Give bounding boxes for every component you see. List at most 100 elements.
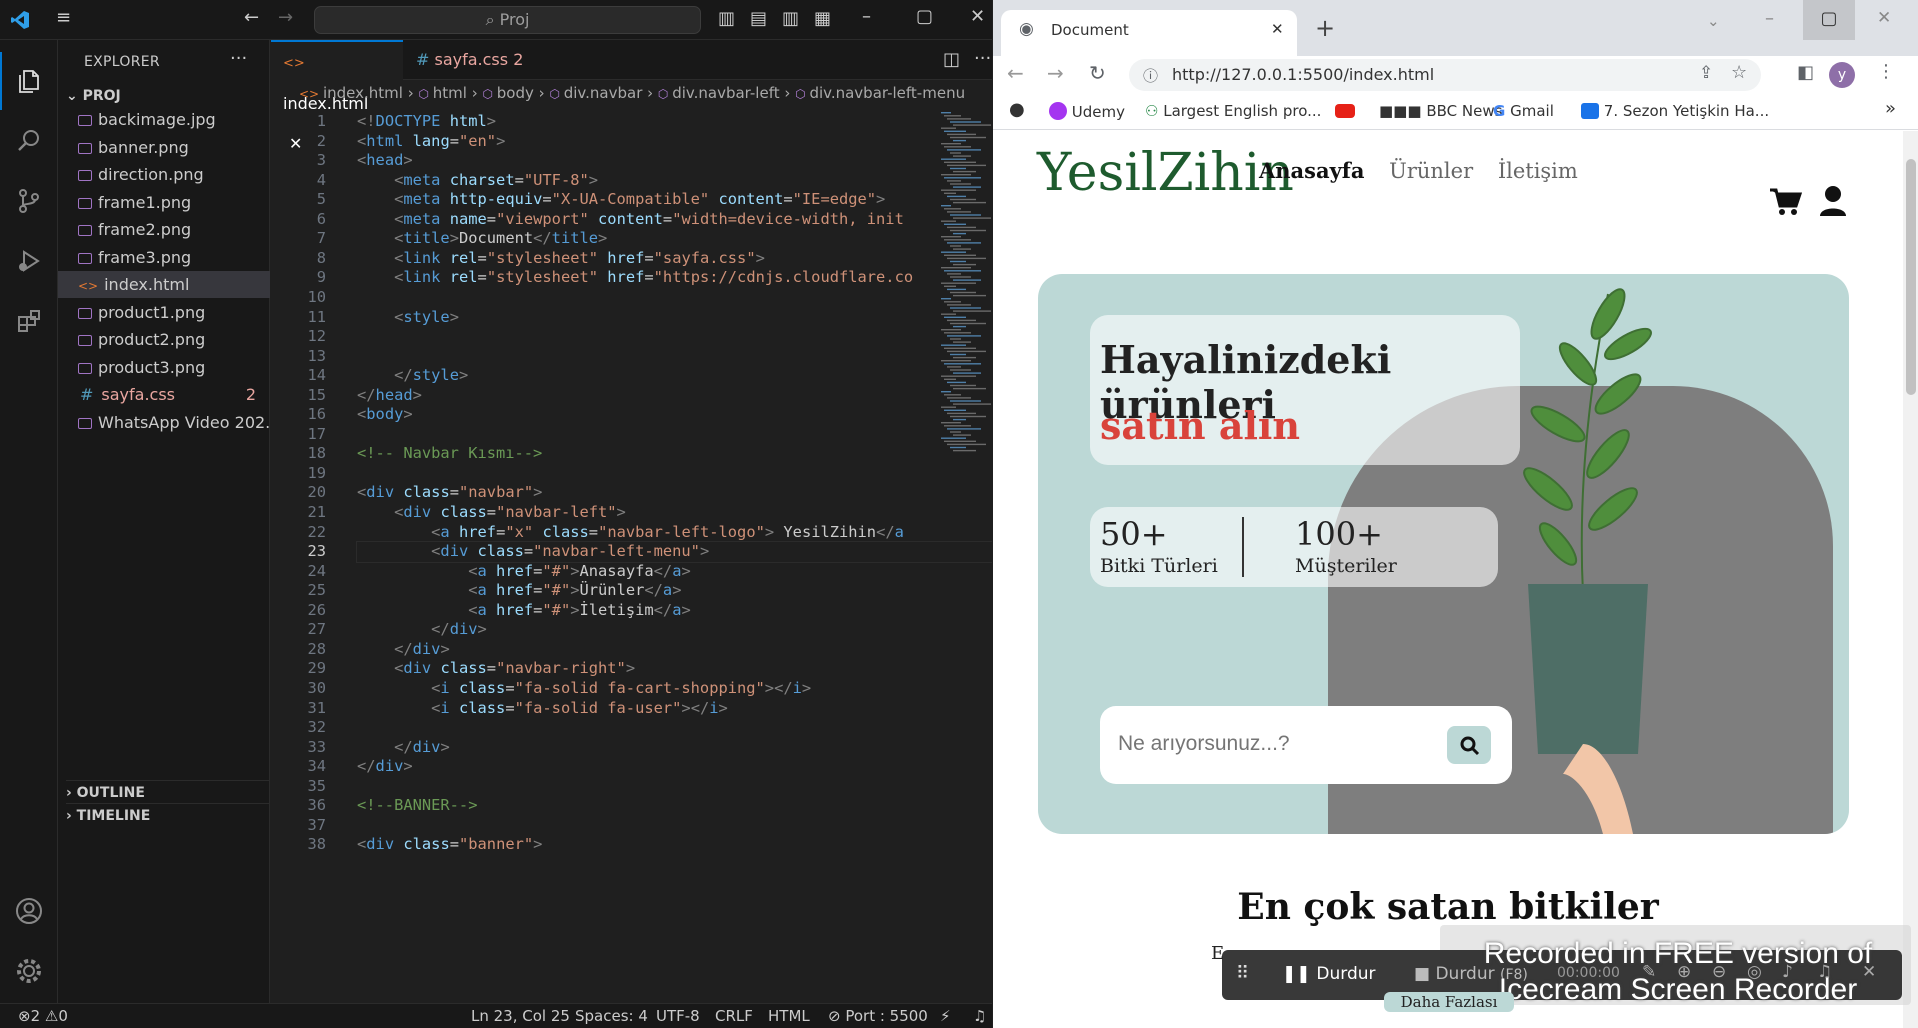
minimap[interactable] [941,112,991,472]
code-line[interactable]: <meta name="viewport" content="width=dev… [357,210,904,230]
user-icon[interactable] [1819,185,1847,217]
code-line[interactable]: <link rel="stylesheet" href="https://cdn… [357,268,913,288]
code-line[interactable]: </div> [357,738,450,758]
cursor-position[interactable]: Ln 23, Col 25 [471,1004,570,1028]
tab-close-icon[interactable]: ✕ [1271,20,1284,38]
site-search-box[interactable] [1100,706,1512,784]
file-item[interactable]: direction.png [58,161,270,188]
file-item[interactable]: product3.png [58,354,270,381]
code-line[interactable]: <div class="navbar-left"> [357,503,626,523]
nav-anasayfa[interactable]: Anasayfa [1259,158,1364,183]
more-button[interactable]: Daha Fazlası [1384,992,1514,1012]
file-item[interactable]: frame2.png [58,216,270,243]
file-item[interactable]: frame3.png [58,244,270,271]
settings-gear-icon[interactable] [0,942,58,1000]
explorer-icon[interactable] [0,52,58,110]
close-icon[interactable]: ✕ [1877,8,1891,28]
notifications-bell-icon[interactable]: ♫ [973,1004,986,1028]
toggle-panel-icon[interactable]: ▤ [750,8,767,29]
side-panel-icon[interactable]: ◧ [1797,62,1814,83]
bookmark-yetiskin[interactable]: 7. Sezon Yetişkin Ha... [1581,102,1769,120]
page-scrollbar[interactable] [1903,131,1918,1028]
copilot-icon[interactable]: ⚡ [940,1004,951,1028]
drag-handle-icon[interactable]: ⠿ [1236,963,1249,984]
more-actions-icon[interactable]: ··· [230,48,247,69]
new-tab-icon[interactable]: + [1315,14,1335,42]
back-arrow-icon[interactable]: ← [1007,61,1024,85]
file-item[interactable]: <> index.html [58,271,270,298]
code-line[interactable]: <i class="fa-solid fa-user"></i> [357,699,728,719]
code-line[interactable]: <div class="navbar"> [357,483,542,503]
code-line[interactable]: <title>Document</title> [357,229,607,249]
site-logo[interactable]: YesilZihin [1037,143,1294,203]
encoding[interactable]: UTF-8 [656,1004,700,1028]
tab-sayfa-css[interactable]: # sayfa.css 2 [404,40,544,80]
code-line[interactable]: <div class="banner"> [357,835,542,855]
bookmark-largest-english[interactable]: ⚇ Largest English pro... [1145,102,1321,120]
breadcrumb-item[interactable]: div.navbar-left-menu [809,84,965,102]
run-debug-icon[interactable] [0,232,58,290]
site-search-input[interactable] [1118,728,1428,760]
problems-indicator[interactable]: ⊗2 ⚠0 [18,1004,68,1028]
scrollbar-thumb[interactable] [1906,159,1916,395]
code-line[interactable]: <!--BANNER--> [357,796,477,816]
accounts-icon[interactable] [0,882,58,940]
code-line[interactable]: <div class="navbar-right"> [357,659,635,679]
line-ending[interactable]: CRLF [715,1004,753,1028]
maximize-icon[interactable]: ▢ [1803,0,1855,40]
bookmark-gmail[interactable]: G Gmail [1493,102,1554,120]
file-item[interactable]: banner.png [58,134,270,161]
browser-menu-icon[interactable]: ⋮ [1877,61,1895,82]
live-server-port[interactable]: ⊘ Port : 5500 [828,1004,928,1028]
code-editor[interactable]: 1 <!DOCTYPE html> 2 <html lang="en"> 3 <head>… [271,106,992,1003]
code-line[interactable]: <head> [357,151,413,171]
pause-button[interactable]: ❚❚ Durdur [1282,964,1376,984]
code-line[interactable]: </div> [357,757,413,777]
code-line[interactable]: <div class="navbar-left-menu"> [356,541,992,563]
command-center-search[interactable]: ⌕ Proj [314,6,701,34]
extensions-icon[interactable] [0,292,58,350]
code-line[interactable]: <body> [357,405,413,425]
source-control-icon[interactable] [0,172,58,230]
code-line[interactable]: <link rel="stylesheet" href="sayfa.css"> [357,249,765,269]
code-line[interactable]: <a href="#">Ürünler</a> [357,581,681,601]
close-icon[interactable]: ✕ [970,6,985,27]
back-arrow-icon[interactable]: ← [244,7,259,28]
maximize-icon[interactable]: ▢ [916,6,933,27]
breadcrumb-item[interactable]: div.navbar [564,84,643,102]
forward-arrow-icon[interactable]: → [1047,61,1064,85]
minimize-icon[interactable]: – [862,6,871,27]
file-item[interactable]: product1.png [58,299,270,326]
code-line[interactable]: <meta charset="UTF-8"> [357,171,598,191]
code-line[interactable]: </div> [357,640,450,660]
breadcrumb-item[interactable]: html [433,84,467,102]
site-search-button[interactable] [1447,726,1491,764]
indentation[interactable]: Spaces: 4 [575,1004,648,1028]
code-line[interactable]: <html lang="en"> [357,132,505,152]
youtube-bookmark-icon[interactable] [1335,104,1355,118]
more-bookmarks-icon[interactable]: » [1885,98,1896,119]
hamburger-menu-icon[interactable]: ≡ [56,7,71,28]
forward-arrow-icon[interactable]: → [278,7,293,28]
tab-search-icon[interactable]: ⌄ [1707,12,1720,30]
outline-section[interactable]: › OUTLINE [66,780,270,801]
nav-iletisim[interactable]: İletişim [1498,159,1578,183]
split-editor-icon[interactable]: ◫ [943,49,960,70]
file-item[interactable]: product2.png [58,326,270,353]
customize-layout-icon[interactable]: ▦ [814,8,831,29]
editor-more-icon[interactable]: ··· [974,48,991,69]
code-line[interactable]: </style> [357,366,468,386]
toggle-sidebar-icon[interactable]: ▥ [718,8,735,29]
breadcrumb-item[interactable]: body [497,84,534,102]
nav-urunler[interactable]: Ürünler [1389,159,1473,183]
breadcrumb-item[interactable]: index.html [323,84,403,102]
code-line[interactable]: <!DOCTYPE html> [357,112,496,132]
file-item[interactable]: backimage.jpg [58,106,270,133]
share-icon[interactable]: ⇪ [1699,63,1713,83]
language-mode[interactable]: HTML [768,1004,810,1028]
bookmark-star-icon[interactable]: ☆ [1731,62,1747,83]
code-line[interactable]: <!-- Navbar Kısmı--> [357,444,542,464]
file-item[interactable]: frame1.png [58,189,270,216]
bookmark-udemy[interactable]: Udemy [1049,102,1125,121]
code-line[interactable]: <meta http-equiv="X-UA-Compatible" conte… [357,190,885,210]
